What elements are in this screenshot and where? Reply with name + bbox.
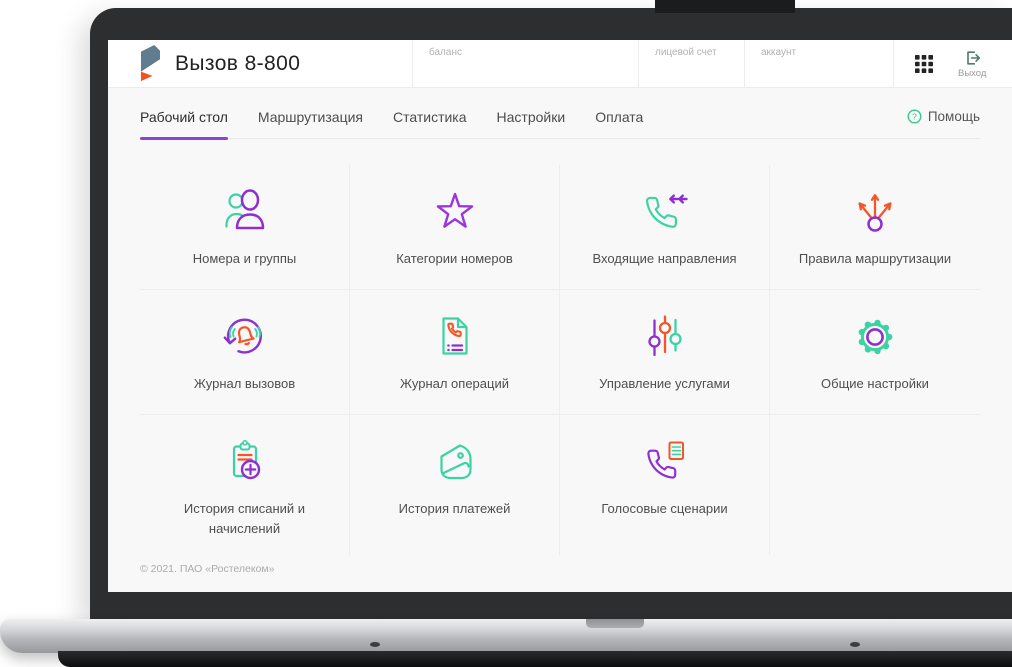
grid-icon <box>915 54 933 73</box>
app-screen: Вызов 8-800 баланс лицевой счет аккаунт <box>108 40 1012 592</box>
charges-history-icon <box>232 440 260 480</box>
app-header: Вызов 8-800 баланс лицевой счет аккаунт <box>108 40 1012 88</box>
hinge-notch <box>586 619 644 628</box>
tab-bar: Рабочий стол Маршрутизация Статистика На… <box>140 100 980 140</box>
logout-icon <box>966 50 980 65</box>
tile-voice-scenarios[interactable]: Голосовые сценарии <box>560 415 770 555</box>
tile-label: Журнал вызовов <box>193 376 296 391</box>
camera-housing <box>655 0 795 13</box>
tab-statistics[interactable]: Статистика <box>393 100 467 138</box>
logout-button[interactable]: Выход <box>958 49 986 79</box>
app-title: Вызов 8-800 <box>175 51 301 75</box>
users-icon <box>224 189 264 230</box>
account-label: аккаунт <box>761 47 797 58</box>
operations-log-icon <box>441 317 468 355</box>
rubber-foot <box>850 642 860 647</box>
tile-label: Журнал операций <box>400 376 509 391</box>
voice-script-icon <box>646 441 684 479</box>
app-logo: Вызов 8-800 <box>108 40 412 87</box>
incoming-call-icon <box>645 194 688 228</box>
call-log-icon <box>223 318 262 354</box>
tile-label: Общие настройки <box>821 376 929 391</box>
logout-label: Выход <box>958 67 987 79</box>
laptop-mockup: Вызов 8-800 баланс лицевой счет аккаунт <box>0 0 1012 667</box>
rostelecom-logo-icon <box>141 44 160 81</box>
tile-number-categories[interactable]: Категории номеров <box>350 165 560 290</box>
header-actions: Выход <box>893 40 1012 87</box>
tab-settings[interactable]: Настройки <box>497 100 566 138</box>
tab-routing[interactable]: Маршрутизация <box>258 100 363 138</box>
rubber-foot <box>370 642 380 647</box>
laptop-front-edge <box>58 651 1012 667</box>
tile-label: Категории номеров <box>396 251 513 266</box>
tile-label: Номера и группы <box>192 251 297 266</box>
tile-service-management[interactable]: Управление услугами <box>560 290 770 415</box>
help-link[interactable]: ? Помощь <box>907 100 980 137</box>
star-icon <box>436 192 473 228</box>
tile-numbers-and-groups[interactable]: Номера и группы <box>140 165 350 290</box>
tab-payment[interactable]: Оплата <box>595 100 643 138</box>
tile-label: Входящие направления <box>592 251 737 266</box>
balance-label: баланс <box>429 47 462 58</box>
tile-incoming-directions[interactable]: Входящие направления <box>560 165 770 290</box>
tile-label: История платежей <box>398 501 511 516</box>
sliders-icon <box>647 315 682 357</box>
balance-field: баланс <box>412 40 638 87</box>
tile-label: Голосовые сценарии <box>601 501 728 516</box>
tile-routing-rules[interactable]: Правила маршрутизации <box>770 165 980 290</box>
tile-general-settings[interactable]: Общие настройки <box>770 290 980 415</box>
tile-operations-log[interactable]: Журнал операций <box>350 290 560 415</box>
account-number-label: лицевой счет <box>655 47 717 58</box>
tile-payments-history[interactable]: История платежей <box>350 415 560 555</box>
tile-label: Правила маршрутизации <box>798 251 952 266</box>
footer-copyright: © 2021. ПАО «Ростелеком» <box>140 563 275 575</box>
wallet-icon <box>439 444 472 480</box>
routing-arrows-icon <box>858 194 892 232</box>
laptop-base <box>0 619 1012 653</box>
help-label: Помощь <box>927 109 980 124</box>
tile-charges-history[interactable]: История списаний и начислений <box>140 415 350 555</box>
gear-icon <box>858 319 893 355</box>
help-icon: ? <box>907 109 922 124</box>
svg-text:?: ? <box>912 112 917 122</box>
tile-call-log[interactable]: Журнал вызовов <box>140 290 350 415</box>
account-field: аккаунт <box>744 40 893 87</box>
tab-workspace[interactable]: Рабочий стол <box>140 100 228 140</box>
tiles-grid: Номера и группы Категории номеров Входящ… <box>140 165 980 555</box>
apps-grid-button[interactable] <box>914 54 934 74</box>
empty-cell <box>770 415 980 555</box>
tile-label: Управление услугами <box>599 376 730 391</box>
tile-label: История списаний и начислений <box>183 501 306 537</box>
account-number-field: лицевой счет <box>638 40 744 87</box>
